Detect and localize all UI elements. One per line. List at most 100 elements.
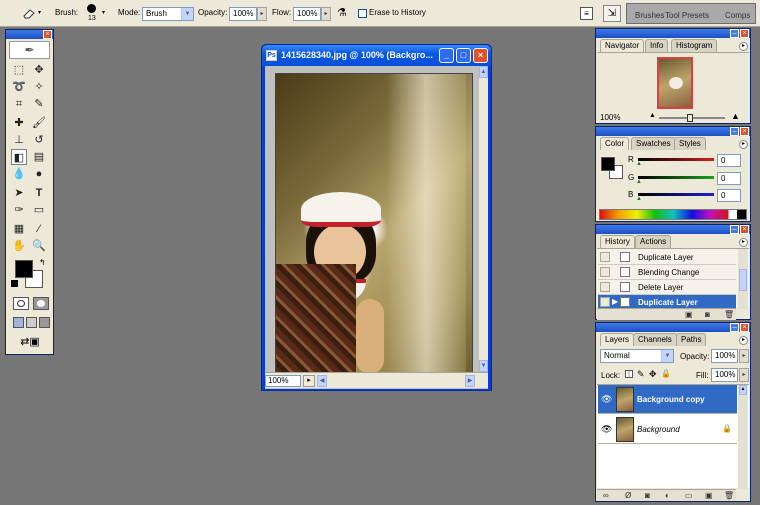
new-layer-icon[interactable]: ▣ [705,491,713,500]
channel-b-input[interactable]: 0 [717,189,741,202]
tab-color[interactable]: Color [600,137,630,150]
blend-mode-select[interactable]: Normal ▼ [600,349,674,363]
scroll-left-icon[interactable]: ◀ [317,375,327,387]
dodge-tool-icon[interactable]: ● [31,166,47,182]
delete-state-icon[interactable]: 🗑 [724,310,734,319]
marquee-tool-icon[interactable]: ⬚ [11,62,27,78]
move-tool-icon[interactable]: ✥ [31,62,47,78]
gradient-tool-icon[interactable]: ▤ [31,149,47,165]
scroll-up-icon[interactable]: ▲ [739,385,747,395]
palette-menu-arrow-icon[interactable]: ▸ [739,336,748,345]
tab-channels[interactable]: Channels [633,333,677,346]
layer-row-selected[interactable]: 👁 Background copy [598,385,737,414]
link-layers-icon[interactable]: ∞ [603,491,609,500]
channel-r-thumb-icon[interactable]: ▲ [636,161,642,167]
erase-to-history-checkbox[interactable] [358,9,367,18]
scroll-right-icon[interactable]: ▶ [465,375,475,387]
history-item[interactable]: Blending Change [598,265,736,280]
well-tab-tool-presets[interactable]: Tool Presets [665,11,709,20]
flow-slider-arrow-icon[interactable]: ▸ [321,7,331,21]
zoom-tool-icon[interactable]: 🔍 [31,238,47,254]
new-snapshot-icon[interactable]: ◙ [705,310,710,319]
history-item[interactable]: Duplicate Layer [598,250,736,265]
jump-to-imageready-icon[interactable]: ⇄▣ [13,335,47,350]
navigator-titlebar[interactable] [596,29,750,38]
blur-tool-icon[interactable]: 💧 [11,166,27,182]
channel-b-slider[interactable] [638,193,714,196]
standard-mode-icon[interactable] [13,297,29,310]
full-screen-menu-mode-icon[interactable] [26,317,37,328]
zoom-field[interactable]: 100% [265,375,301,387]
lock-position-icon[interactable]: ✥ [649,369,657,380]
zoom-in-icon[interactable]: ▲ [731,111,740,121]
brush-picker-arrow-icon[interactable]: ▾ [102,9,105,16]
palette-menu-icon[interactable]: ≡ [580,7,593,20]
history-titlebar[interactable] [596,225,750,234]
opacity-slider-arrow-icon[interactable]: ▸ [257,7,267,21]
new-group-icon[interactable]: ▭ [685,491,693,500]
well-tab-brushes[interactable]: Brushes [635,11,664,20]
zoom-out-icon[interactable]: ▲ [649,112,656,119]
adobe-online-feather-icon[interactable]: ✒ [9,41,50,59]
add-layer-style-icon[interactable]: Ø [625,491,631,500]
close-icon[interactable]: × [740,127,749,136]
layer-row[interactable]: 👁 Background 🔒 [598,415,737,444]
vertical-scrollbar[interactable]: ▲ ▼ [479,66,488,372]
channel-r-input[interactable]: 0 [717,154,741,167]
palette-menu-arrow-icon[interactable]: ▸ [739,238,748,247]
file-browser-icon[interactable]: ⇲ [603,5,621,22]
status-menu-icon[interactable]: ▸ [303,375,315,387]
minimize-icon[interactable]: – [730,127,739,136]
eraser-tool-icon[interactable] [22,8,36,19]
brush-tool-icon[interactable]: 🖌 [31,115,47,131]
fill-input[interactable]: 100% [711,368,738,382]
channel-r-slider[interactable] [638,158,714,161]
tab-actions[interactable]: Actions [635,235,672,248]
tab-history[interactable]: History [600,235,635,248]
lock-all-icon[interactable]: 🔒 [661,369,671,378]
tab-navigator[interactable]: Navigator [600,39,645,52]
swap-colors-icon[interactable]: ↰ [39,258,46,267]
channel-b-thumb-icon[interactable]: ▲ [636,196,642,202]
default-colors-icon[interactable] [11,280,18,287]
full-screen-mode-icon[interactable] [39,317,50,328]
history-brush-source-checkbox[interactable] [600,282,610,292]
add-mask-icon[interactable]: ◙ [645,491,650,500]
minimize-icon[interactable]: – [730,225,739,234]
history-scrollbar[interactable] [738,249,748,309]
well-tab-comps[interactable]: Comps [725,11,750,20]
document-titlebar[interactable]: Ps 1415628340.jpg @ 100% (Backgro... _ □… [262,45,491,66]
quick-mask-mode-icon[interactable] [33,297,49,310]
delete-layer-icon[interactable]: 🗑 [724,491,734,500]
clone-stamp-tool-icon[interactable]: ⊥ [11,132,27,148]
eye-icon[interactable]: 👁 [601,394,612,404]
brush-preview-icon[interactable] [87,4,96,13]
tab-styles[interactable]: Styles [674,137,706,150]
layers-titlebar[interactable] [596,323,750,332]
shape-tool-icon[interactable]: ▭ [31,202,47,218]
layers-scrollbar[interactable]: ▲ [738,385,748,489]
lasso-tool-icon[interactable]: ➰ [11,79,27,95]
lock-transparent-icon[interactable] [625,370,633,378]
tab-info[interactable]: Info [645,39,669,52]
scroll-up-icon[interactable]: ▲ [479,66,488,78]
new-adjustment-layer-icon[interactable]: ◐ [665,491,670,500]
photo-canvas[interactable] [275,73,473,373]
channel-g-slider[interactable] [638,176,714,179]
history-brush-source-checkbox[interactable] [600,297,610,307]
color-ramp[interactable] [599,209,747,220]
tab-paths[interactable]: Paths [676,333,707,346]
navigator-zoom-value[interactable]: 100% [600,113,620,122]
eraser-tool-icon[interactable]: ◧ [11,149,27,165]
tool-preset-arrow-icon[interactable]: ▾ [38,9,41,16]
tab-swatches[interactable]: Swatches [631,137,676,150]
history-item[interactable]: Delete Layer [598,280,736,295]
healing-brush-tool-icon[interactable]: ✚ [11,115,27,131]
minimize-icon[interactable]: – [730,29,739,38]
eyedropper-tool-icon[interactable]: ⁄ [31,221,47,237]
hand-tool-icon[interactable]: ✋ [11,238,27,254]
mode-select[interactable]: Brush ▼ [142,7,194,21]
close-icon[interactable]: × [740,29,749,38]
channel-g-thumb-icon[interactable]: ▲ [636,179,642,185]
notes-tool-icon[interactable]: ▦ [11,221,27,237]
